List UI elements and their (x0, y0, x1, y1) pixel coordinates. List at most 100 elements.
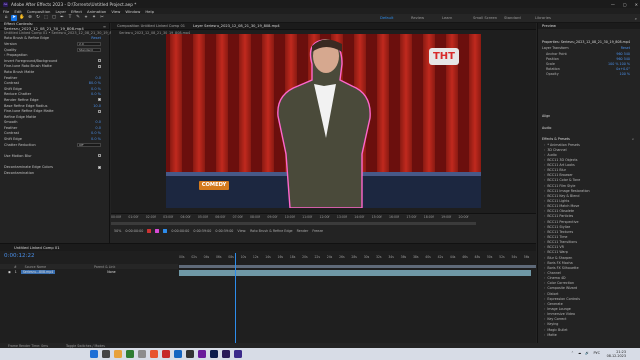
property-value[interactable]: Reset (91, 36, 101, 40)
color-swatch-blue[interactable] (163, 228, 168, 233)
transform-value[interactable]: 960 540 (616, 57, 630, 61)
workspace-2[interactable]: Learn (442, 16, 473, 20)
layer-duration-bar[interactable] (179, 270, 531, 276)
property-value[interactable]: 0.0 % (91, 87, 101, 91)
close-panel-icon[interactable]: ≡ (103, 24, 106, 29)
property-value[interactable]: 0.0 % (91, 131, 101, 135)
color-swatch-magenta[interactable] (155, 228, 160, 233)
render-checkbox[interactable]: Render (297, 229, 309, 233)
property-value[interactable]: 0.0 % (91, 137, 101, 141)
property-dropdown[interactable]: Off (77, 142, 101, 147)
property-value[interactable]: 10.0 (93, 104, 101, 108)
effect-property-row[interactable]: Decontamination (0, 170, 109, 176)
property-value[interactable]: 0.0 (95, 120, 101, 124)
end-time[interactable]: 0:00:59:00 (193, 229, 211, 233)
layer-duration-bar[interactable] (111, 222, 476, 225)
browser-icon[interactable] (150, 350, 158, 358)
property-checkbox[interactable] (98, 109, 101, 113)
layer-time-ruler[interactable]: 00:00f 01:00f 02:00f 03:00f 04:00f 05:00f 06:0… (111, 215, 476, 221)
app-green-icon[interactable] (126, 350, 134, 358)
ruler-tick: 12:00f (319, 215, 330, 219)
effect-controls-tab[interactable]: Effect Controls: Seriesru_2023_12_08_21_… (0, 21, 109, 31)
menu-view[interactable]: View (111, 9, 120, 14)
workspace-3[interactable]: Small Screen (473, 16, 504, 20)
timeline-tab[interactable]: Untitled Linked Comp 01 (0, 244, 536, 251)
language-indicator[interactable]: РУС (594, 351, 600, 355)
search-icon[interactable]: ⌕ (635, 16, 637, 21)
layer-name[interactable]: Seriesru...808.mp4 (20, 270, 56, 274)
effects-search-icon[interactable]: ⌕ (632, 137, 634, 141)
app-dark-icon[interactable] (186, 350, 194, 358)
menu-help[interactable]: Help (145, 9, 154, 14)
property-dropdown[interactable]: 2.0 (77, 41, 101, 46)
reset-link[interactable]: Reset (621, 46, 630, 50)
toggle-switches-button[interactable]: Toggle Switches / Modes (66, 344, 105, 348)
start-time[interactable]: 0:00:00:00 (171, 229, 189, 233)
menu-layer[interactable]: Layer (55, 9, 66, 14)
tab-composition[interactable]: Composition Untitled Linked Comp 01 (117, 24, 185, 28)
transform-property[interactable]: Opacity 100 % (538, 72, 640, 77)
viewer-timecode[interactable]: 0:00:00:00 (125, 229, 143, 233)
property-checkbox[interactable] (98, 154, 101, 158)
property-value[interactable]: 80.0 % (89, 81, 101, 85)
workspace-4[interactable]: Standard (504, 16, 535, 20)
after-effects-icon[interactable] (222, 350, 230, 358)
audio-section[interactable]: Audio (538, 125, 640, 131)
align-section[interactable]: Align (538, 113, 640, 119)
timeline-ruler[interactable]: 00s 02s 04s 06s 08s 10s 12s 14s 16s 18s 20s 22s 24s 2… (179, 253, 536, 261)
menu-effect[interactable]: Effect (71, 9, 82, 14)
volume-icon[interactable]: 🔊 (585, 351, 589, 355)
app-blue-icon[interactable] (174, 350, 182, 358)
parent-dropdown[interactable]: None (107, 270, 115, 274)
file-explorer-icon[interactable] (114, 350, 122, 358)
property-checkbox[interactable] (98, 59, 101, 63)
search-taskbar-icon[interactable] (102, 350, 110, 358)
transform-value[interactable]: 100 % (620, 72, 630, 76)
tnt-logo: ТНТ (429, 48, 459, 65)
maximize-button[interactable]: ▢ (623, 2, 627, 7)
menu-file[interactable]: File (3, 9, 9, 14)
menu-edit[interactable]: Edit (14, 9, 21, 14)
property-checkbox[interactable] (98, 165, 101, 169)
timeline-timecode[interactable]: 0:00:12:22 (4, 253, 35, 259)
transform-value[interactable]: 960 540 (616, 52, 630, 56)
property-value[interactable]: 0.0 (95, 76, 101, 80)
photoshop-icon[interactable] (210, 350, 218, 358)
workspace-0[interactable]: Default (380, 16, 411, 20)
property-checkbox[interactable] (98, 64, 101, 68)
cloud-icon[interactable]: ☁ (578, 351, 581, 355)
work-area-bar[interactable] (179, 265, 536, 268)
premiere-icon[interactable] (234, 350, 242, 358)
layer-row[interactable]: ◉ 1 Seriesru...808.mp4 None (0, 269, 178, 275)
start-icon[interactable] (90, 350, 98, 358)
tab-layer[interactable]: Layer Seriesru_2023_12_08_21_30_19_808.m… (193, 24, 280, 28)
workspace-5[interactable]: Libraries (535, 16, 566, 20)
tray-overflow-icon[interactable]: ⌃ (571, 351, 574, 355)
zoom-dropdown[interactable]: 50% (114, 229, 121, 233)
menu-window[interactable]: Window (125, 9, 140, 14)
property-value[interactable]: 0.0 % (91, 92, 101, 96)
color-swatch-red[interactable] (147, 228, 152, 233)
freeze-button[interactable]: Freeze (312, 229, 323, 233)
video-frame[interactable]: ТНТ COMEDY (166, 34, 481, 208)
preview-tab[interactable]: Preview (538, 23, 640, 29)
menu-animation[interactable]: Animation (87, 9, 106, 14)
eye-icon[interactable]: ◉ (8, 270, 11, 274)
property-dropdown[interactable]: Standard (77, 47, 101, 52)
duration-time[interactable]: 0:00:59:00 (215, 229, 233, 233)
transform-value[interactable]: 100 % 100 % (608, 62, 630, 66)
property-checkbox[interactable] (98, 98, 101, 102)
workspace-1[interactable]: Review (411, 16, 442, 20)
app-red-icon[interactable] (162, 350, 170, 358)
close-button[interactable]: ✕ (635, 2, 638, 7)
transform-value[interactable]: 0x+0.0° (616, 67, 630, 71)
app-purple-icon[interactable] (198, 350, 206, 358)
playhead[interactable] (235, 253, 236, 343)
view-dropdown[interactable]: Roto Brush & Refine Edge (250, 229, 292, 233)
property-value[interactable]: 0.0 (95, 126, 101, 130)
app-gray-icon[interactable] (138, 350, 146, 358)
menu-composition[interactable]: Composition (27, 9, 51, 14)
effect-category[interactable]: Matte (538, 332, 640, 337)
minimize-button[interactable]: — (611, 2, 615, 7)
clock[interactable]: 21:23 08.12.2023 (607, 350, 626, 359)
